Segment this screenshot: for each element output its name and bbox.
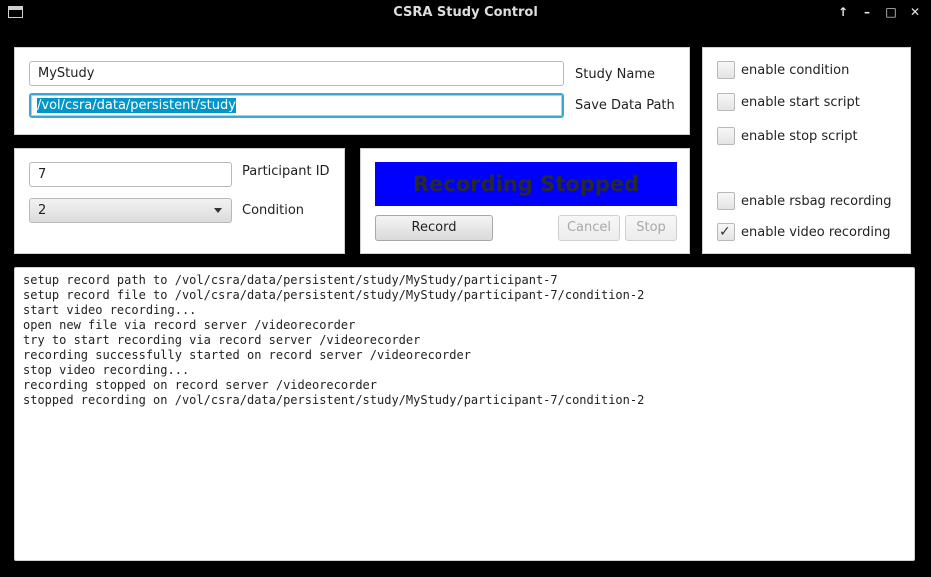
enable-rsbag-recording-checkbox[interactable] [717,192,735,210]
log-line: stopped recording on /vol/csra/data/pers… [23,393,645,407]
enable-start-script-checkbox[interactable] [717,93,735,111]
recording-panel: Recording Stopped Record Cancel Stop [360,148,690,254]
participant-id-label: Participant ID [242,164,330,179]
study-name-label: Study Name [575,67,656,82]
save-data-path-selection: /vol/csra/data/persistent/study [37,98,236,113]
title-bar: CSRA Study Control ↑ – □ ✕ [0,0,931,26]
keep-above-icon[interactable]: ↑ [835,4,851,20]
condition-label: Condition [242,203,305,218]
options-panel: enable condition enable start script ena… [702,47,911,254]
enable-condition-checkbox[interactable] [717,61,735,79]
window-title: CSRA Study Control [393,5,538,20]
record-button[interactable]: Record [375,215,493,241]
save-data-path-input[interactable]: /vol/csra/data/persistent/study [29,93,564,118]
enable-video-recording-label: enable video recording [741,225,891,240]
chevron-down-icon [214,208,222,213]
log-line: setup record file to /vol/csra/data/pers… [23,288,645,302]
participant-panel: 7 Participant ID 2 Condition [14,148,345,254]
enable-condition-label: enable condition [741,63,850,78]
enable-rsbag-recording-label: enable rsbag recording [741,194,892,209]
enable-stop-script-checkbox[interactable] [717,127,735,145]
log-line: open new file via record server /videore… [23,318,356,332]
log-output[interactable]: setup record path to /vol/csra/data/pers… [14,267,915,561]
condition-select-value: 2 [38,203,47,218]
cancel-button[interactable]: Cancel [558,215,620,241]
close-icon[interactable]: ✕ [907,4,923,20]
log-line: setup record path to /vol/csra/data/pers… [23,273,558,287]
maximize-icon[interactable]: □ [883,4,899,20]
study-name-input[interactable]: MyStudy [29,61,564,86]
checkmark-icon: ✓ [719,224,731,240]
log-line: stop video recording... [23,363,190,377]
log-line: start video recording... [23,303,197,317]
condition-select[interactable]: 2 [29,198,232,223]
enable-start-script-label: enable start script [741,95,860,110]
save-data-path-label: Save Data Path [575,98,675,113]
stop-button[interactable]: Stop [625,215,677,241]
log-line: recording stopped on record server /vide… [23,378,378,392]
log-line: try to start recording via record server… [23,333,421,347]
minimize-icon[interactable]: – [859,4,875,20]
recording-status-banner: Recording Stopped [375,162,677,206]
enable-stop-script-label: enable stop script [741,129,858,144]
study-panel: MyStudy Study Name /vol/csra/data/persis… [14,47,690,135]
log-line: recording successfully started on record… [23,348,471,362]
enable-video-recording-checkbox[interactable]: ✓ [717,223,735,241]
participant-id-input[interactable]: 7 [29,162,232,187]
